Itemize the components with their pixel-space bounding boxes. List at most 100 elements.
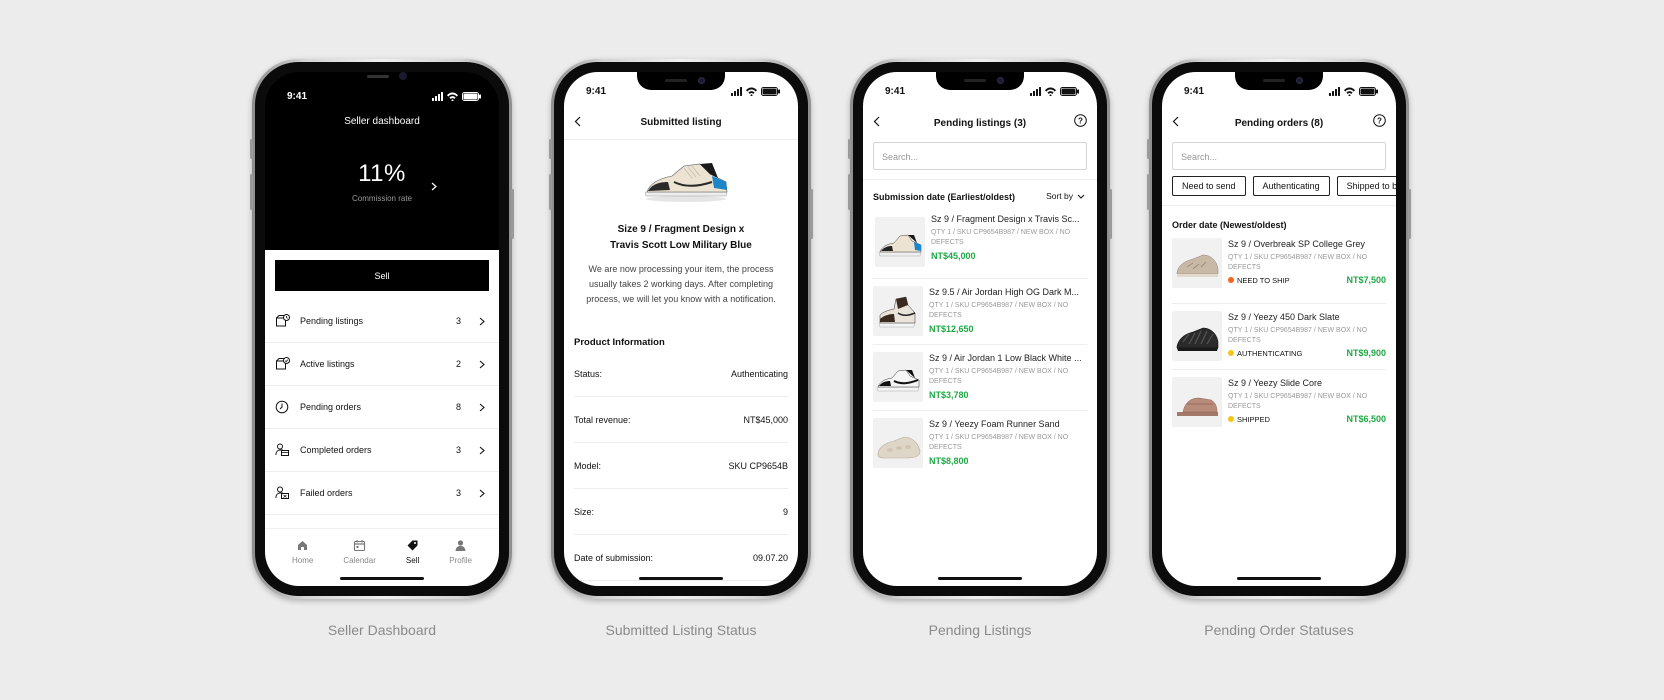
wifi-icon xyxy=(1045,87,1056,96)
order-price: NT$9,900 xyxy=(1346,348,1386,358)
page-title: Seller dashboard xyxy=(344,116,420,127)
listing-price: NT$12,650 xyxy=(929,324,974,334)
phone-seller-dashboard: 9:41 Seller dashboard 11% Commission rat… xyxy=(250,59,514,599)
listing-item[interactable]: Sz 9 / Fragment Design x Travis Sc... QTY… xyxy=(873,213,1087,279)
tab-label: Home xyxy=(292,556,314,565)
thumbnail xyxy=(1172,311,1222,361)
listing-title: Sz 9 / Yeezy Foam Runner Sand xyxy=(929,419,1060,429)
chevron-right-icon xyxy=(479,317,485,325)
menu-item-label: Pending listings xyxy=(300,316,364,326)
back-arrow-icon[interactable] xyxy=(574,116,582,127)
screen: 9:41 Pending orders (8) ? Search... Need… xyxy=(1162,72,1396,586)
info-value: SKU CP9654B xyxy=(728,460,788,471)
chevron-right-icon xyxy=(479,360,485,368)
thumbnail xyxy=(1172,377,1222,427)
tab-profile[interactable]: Profile xyxy=(449,539,472,586)
active-listings-icon xyxy=(276,357,290,370)
info-row: Model: SKU CP9654B xyxy=(574,443,788,489)
info-label: Total revenue: xyxy=(574,414,631,425)
home-indicator xyxy=(1237,577,1321,580)
order-title: Sz 9 / Overbreak SP College Grey xyxy=(1228,239,1365,249)
info-label: Model: xyxy=(574,460,602,471)
sneaker-thumbnail xyxy=(1176,254,1219,277)
chevron-right-icon xyxy=(479,446,485,454)
listing-item[interactable]: Sz 9 / Yeezy Foam Runner Sand QTY 1 / SKU… xyxy=(873,411,1087,477)
status-text: AUTHENTICATING xyxy=(1237,348,1303,358)
thumbnail xyxy=(873,286,923,336)
info-value: 09.07.20 xyxy=(752,552,788,563)
order-list: Sz 9 / Overbreak SP College Grey QTY 1 / … xyxy=(1172,238,1386,436)
back-arrow-icon[interactable] xyxy=(873,116,881,127)
caption-seller-dashboard: Seller Dashboard xyxy=(327,622,437,638)
listing-item[interactable]: Sz 9 / Air Jordan 1 Low Black White ... Q… xyxy=(873,345,1087,411)
dashboard-menu-item[interactable]: Completed orders 3 xyxy=(265,429,499,472)
caption-pending-orders: Pending Order Statuses xyxy=(1204,622,1354,638)
sneaker-thumbnail xyxy=(878,234,922,257)
tab-label: Sell xyxy=(405,556,420,565)
dynamic-island xyxy=(936,72,1024,90)
status-dot xyxy=(1228,416,1234,422)
signal-icon xyxy=(1030,86,1041,96)
tab-home[interactable]: Home xyxy=(292,539,313,586)
order-item[interactable]: Sz 9 / Yeezy 450 Dark Slate QTY 1 / SKU C… xyxy=(1172,304,1386,370)
search-input[interactable]: Search... xyxy=(873,142,1087,170)
status-dot xyxy=(1228,277,1234,283)
commission-panel[interactable]: 11% Commission rate xyxy=(265,160,499,210)
chevron-right-icon xyxy=(431,182,437,191)
search-input[interactable]: Search... xyxy=(1172,142,1386,170)
order-status: AUTHENTICATING xyxy=(1228,349,1302,358)
profile-icon xyxy=(455,540,466,551)
help-icon[interactable]: ? xyxy=(1373,114,1386,127)
order-status: SHIPPED xyxy=(1228,415,1270,424)
thumbnail xyxy=(875,217,925,267)
signal-icon xyxy=(432,91,443,101)
chevron-right-icon xyxy=(479,489,485,497)
wifi-icon xyxy=(1344,87,1355,96)
sneaker-thumbnail xyxy=(1176,327,1219,351)
nav-bar: Submitted listing xyxy=(564,110,798,140)
menu-item-count: 2 xyxy=(455,359,461,369)
menu-item-count: 3 xyxy=(455,445,461,455)
listing-price: NT$45,000 xyxy=(931,251,976,261)
sneaker-thumbnail xyxy=(877,436,921,459)
order-item[interactable]: Sz 9 / Yeezy Slide Core QTY 1 / SKU CP965… xyxy=(1172,370,1386,436)
speaker-grille xyxy=(347,72,417,86)
svg-text:?: ? xyxy=(1377,116,1382,125)
info-label: Size: xyxy=(574,506,595,517)
nav-bar: Pending orders (8) ? xyxy=(1162,110,1396,136)
home-indicator xyxy=(340,577,424,580)
filter-chips: Need to send Authenticating Shipped to buy… xyxy=(1172,176,1396,196)
section-title: Product Information xyxy=(574,337,665,348)
calendar-icon xyxy=(354,540,366,552)
screen: 9:41 Seller dashboard 11% Commission rat… xyxy=(265,72,499,586)
home-icon xyxy=(298,541,308,550)
back-arrow-icon[interactable] xyxy=(1172,116,1180,127)
menu-item-count: 8 xyxy=(455,402,461,412)
signal-icon xyxy=(731,86,742,96)
dashboard-menu-item[interactable]: Failed orders 3 xyxy=(265,472,499,515)
status-time: 9:41 xyxy=(1184,85,1205,97)
filter-chip[interactable]: Authenticating xyxy=(1252,176,1330,196)
status-time: 9:41 xyxy=(885,85,906,97)
order-item[interactable]: Sz 9 / Overbreak SP College Grey QTY 1 / … xyxy=(1172,238,1386,304)
dashboard-menu-item[interactable]: Pending orders 8 xyxy=(265,386,499,429)
status-time: 9:41 xyxy=(586,85,607,97)
listing-title: Sz 9 / Air Jordan 1 Low Black White ... xyxy=(929,353,1082,363)
tab-label: Profile xyxy=(449,556,472,565)
page-title: Pending orders (8) xyxy=(1234,117,1324,129)
sell-button[interactable]: Sell xyxy=(275,260,489,291)
tag-icon xyxy=(407,540,418,551)
dashboard-menu-item[interactable]: Pending listings 3 xyxy=(265,300,499,343)
listing-meta: QTY 1 / SKU CP9654B987 / NEW BOX / NO DE… xyxy=(931,229,1071,246)
listing-item[interactable]: Sz 9.5 / Air Jordan High OG Dark M... QTY… xyxy=(873,279,1087,345)
dashboard-menu-item[interactable]: Active listings 2 xyxy=(265,343,499,386)
sneaker-image xyxy=(644,163,728,202)
listing-price: NT$8,800 xyxy=(929,456,969,466)
filter-chip[interactable]: Need to send xyxy=(1172,176,1246,196)
sort-by-dropdown[interactable]: Sort by xyxy=(1046,191,1085,201)
wifi-icon xyxy=(447,92,458,101)
help-icon[interactable]: ? xyxy=(1074,114,1087,127)
menu-item-count: 3 xyxy=(455,488,461,498)
filter-chip[interactable]: Shipped to buyer xyxy=(1336,176,1396,196)
menu-item-label: Failed orders xyxy=(300,488,353,498)
